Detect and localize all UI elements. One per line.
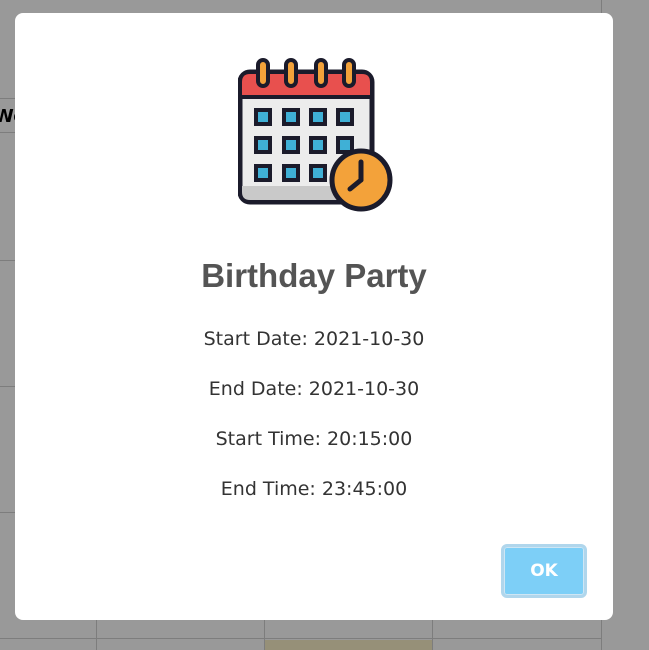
event-details-modal: Birthday Party Start Date: 2021-10-30 En… [15,13,613,620]
end-time-text: End Time: 23:45:00 [220,478,408,500]
event-title: Birthday Party [201,257,427,294]
start-time-text: Start Time: 20:15:00 [215,428,413,450]
ok-button[interactable]: OK [501,544,587,598]
calendar-clock-icon [237,58,394,214]
end-date-text: End Date: 2021-10-30 [208,378,420,400]
start-date-text: Start Date: 2021-10-30 [203,328,425,350]
